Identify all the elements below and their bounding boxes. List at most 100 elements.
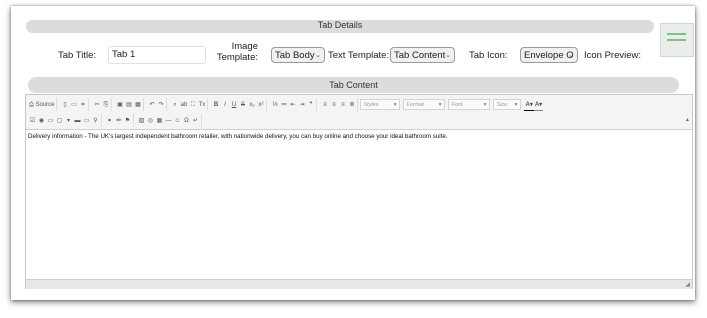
toolbar-row-2: ☑ ◉ ▭ ▢ ▾ ▬ ▭ ⚲ ⚭ ⚮ ⚑ ▨ ◎ ▦ ― ☺ Ω ↵ bbox=[27, 113, 204, 128]
flash-icon[interactable]: ◎ bbox=[146, 115, 155, 127]
icon-preview-label: Icon Preview: bbox=[584, 50, 642, 61]
chevron-down-icon: ▾ bbox=[514, 102, 518, 108]
styles-dropdown[interactable]: Styles ▾ bbox=[360, 99, 401, 110]
rich-text-editor: ⎙ Source ▯ ▭ ⌗ ✂ ⎘ ▣ ▤ ▦ ↶ ↷ ⌕ ab ⛶ Tx B I U Sx₂ x² ⅓ ≔ ⇤ ⇥ ❞ ≡ ≡… bbox=[25, 94, 693, 289]
new-page-icon[interactable]: ▯ bbox=[60, 99, 69, 111]
text-color-button[interactable]: A▾ bbox=[524, 99, 534, 111]
font-dropdown-label: Font bbox=[451, 102, 463, 108]
justify-icon[interactable]: ≣ bbox=[347, 99, 356, 111]
tab-editor-panel: Tab Details Tab Title: Tab 1 Image Templ… bbox=[11, 6, 695, 300]
format-dropdown[interactable]: Format ▾ bbox=[403, 99, 446, 110]
toolbar-group: ↶ ↷ bbox=[146, 98, 168, 111]
redo-icon[interactable]: ↷ bbox=[156, 99, 165, 111]
paste-icon[interactable]: ▣ bbox=[115, 99, 124, 111]
tab-icon-select[interactable]: Envelope O ⌄ bbox=[520, 47, 578, 63]
link-icon[interactable]: ⚭ bbox=[105, 115, 114, 127]
hidden-field-icon[interactable]: ⚲ bbox=[91, 115, 100, 127]
chevron-down-icon: ⌄ bbox=[568, 52, 574, 59]
toolbar-group: ✂ ⎘ bbox=[91, 98, 113, 111]
image-template-select[interactable]: Tab Body ⌄ bbox=[271, 47, 325, 63]
superscript-icon[interactable]: x² bbox=[256, 99, 265, 111]
image-template-label: Image Template: bbox=[216, 41, 258, 63]
size-dropdown-label: Size bbox=[496, 102, 508, 108]
paste-text-icon[interactable]: ▤ bbox=[124, 99, 133, 111]
chevron-down-icon: ▾ bbox=[483, 102, 487, 108]
tab-content-header: Tab Content bbox=[28, 77, 679, 93]
strike-icon[interactable]: S bbox=[238, 99, 247, 111]
underline-icon[interactable]: U bbox=[229, 99, 238, 111]
text-field-icon[interactable]: ▭ bbox=[46, 115, 55, 127]
text-template-select[interactable]: Tab Content ⌄ bbox=[390, 47, 455, 63]
align-right-icon[interactable]: ≡ bbox=[338, 99, 347, 111]
table-icon[interactable]: ▦ bbox=[155, 115, 164, 127]
editor-content[interactable]: Delivery information - The UK's largest … bbox=[26, 129, 692, 279]
image-button-icon[interactable]: ▭ bbox=[82, 115, 91, 127]
resize-grip-icon[interactable]: ◢ bbox=[685, 281, 690, 288]
unlink-icon[interactable]: ⚮ bbox=[114, 115, 123, 127]
source-button[interactable]: ⎙ Source bbox=[28, 99, 55, 111]
toolbar-group: B I U Sx₂ x² bbox=[210, 98, 268, 111]
chevron-down-icon: ⌄ bbox=[445, 52, 451, 59]
tab-icon-value: Envelope O bbox=[524, 50, 574, 61]
italic-icon[interactable]: I bbox=[220, 99, 229, 111]
select-all-icon[interactable]: ⛶ bbox=[188, 99, 197, 111]
tab-title-label: Tab Title: bbox=[58, 50, 97, 61]
subscript-icon[interactable]: x₂ bbox=[247, 99, 256, 111]
toolbar-group: ▣ ▤ ▦ bbox=[114, 98, 145, 111]
toolbar-group: ⚭ ⚮ ⚑ bbox=[104, 114, 134, 127]
text-template-label: Text Template: bbox=[328, 50, 390, 61]
toolbar-group: ⌕ ab ⛶ Tx bbox=[169, 98, 209, 111]
special-char-icon[interactable]: Ω bbox=[182, 115, 191, 127]
chevron-down-icon: ▾ bbox=[393, 102, 397, 108]
page-break-icon[interactable]: ↵ bbox=[191, 115, 200, 127]
image-icon[interactable]: ▨ bbox=[137, 115, 146, 127]
undo-icon[interactable]: ↶ bbox=[147, 99, 156, 111]
button-icon[interactable]: ▬ bbox=[73, 115, 82, 127]
align-center-icon[interactable]: ≡ bbox=[329, 99, 338, 111]
select-icon[interactable]: ▾ bbox=[64, 115, 73, 127]
remove-format-icon[interactable]: Tx bbox=[197, 99, 206, 111]
replace-icon[interactable]: ab bbox=[179, 99, 188, 111]
collapse-toolbar-icon[interactable]: ▲ bbox=[685, 117, 690, 123]
anchor-icon[interactable]: ⚑ bbox=[123, 115, 132, 127]
blockquote-icon[interactable]: ❞ bbox=[306, 99, 315, 111]
horizontal-line-icon[interactable]: ― bbox=[164, 115, 173, 127]
align-left-icon[interactable]: ≡ bbox=[320, 99, 329, 111]
drag-handle-icon[interactable] bbox=[660, 23, 694, 57]
paste-word-icon[interactable]: ▦ bbox=[133, 99, 142, 111]
textarea-icon[interactable]: ▢ bbox=[55, 115, 64, 127]
size-dropdown[interactable]: Size ▾ bbox=[493, 99, 522, 110]
tab-title-input[interactable]: Tab 1 bbox=[108, 46, 206, 64]
text-template-value: Tab Content bbox=[394, 50, 446, 61]
font-dropdown[interactable]: Font ▾ bbox=[448, 99, 491, 110]
checkbox-icon[interactable]: ☑ bbox=[28, 115, 37, 127]
editor-toolbar: ⎙ Source ▯ ▭ ⌗ ✂ ⎘ ▣ ▤ ▦ ↶ ↷ ⌕ ab ⛶ Tx B I U Sx₂ x² ⅓ ≔ ⇤ ⇥ ❞ ≡ ≡… bbox=[26, 95, 692, 130]
source-label: Source bbox=[35, 101, 55, 108]
editor-statusbar: ◢ bbox=[26, 279, 692, 289]
toolbar-group: ⅓ ≔ ⇤ ⇥ ❞ bbox=[269, 98, 318, 111]
cut-icon[interactable]: ✂ bbox=[92, 99, 101, 111]
smiley-icon[interactable]: ☺ bbox=[173, 115, 182, 127]
numbered-list-icon[interactable]: ⅓ bbox=[270, 99, 279, 111]
bold-icon[interactable]: B bbox=[211, 99, 220, 111]
tab-details-header: Tab Details bbox=[26, 20, 654, 33]
chevron-down-icon: ⌄ bbox=[315, 52, 321, 59]
find-icon[interactable]: ⌕ bbox=[170, 99, 179, 111]
bulleted-list-icon[interactable]: ≔ bbox=[279, 99, 288, 111]
styles-dropdown-label: Styles bbox=[363, 102, 379, 108]
outdent-icon[interactable]: ⇤ bbox=[288, 99, 297, 111]
toolbar-group: ☑ ◉ ▭ ▢ ▾ ▬ ▭ ⚲ bbox=[27, 114, 102, 127]
image-template-value: Tab Body bbox=[275, 50, 315, 61]
templates-icon[interactable]: ⌗ bbox=[78, 99, 87, 111]
bg-color-button[interactable]: A▾ bbox=[533, 99, 544, 111]
toolbar-row-1: ⎙ Source ▯ ▭ ⌗ ✂ ⎘ ▣ ▤ ▦ ↶ ↷ ⌕ ab ⛶ Tx B I U Sx₂ x² ⅓ ≔ ⇤ ⇥ ❞ ≡ ≡… bbox=[27, 97, 544, 112]
toolbar-group-source: ⎙ Source bbox=[27, 98, 58, 111]
format-dropdown-label: Format bbox=[406, 102, 424, 108]
toolbar-group: ▯ ▭ ⌗ bbox=[59, 98, 90, 111]
radio-icon[interactable]: ◉ bbox=[37, 115, 46, 127]
chevron-down-icon: ▾ bbox=[438, 102, 442, 108]
copy-icon[interactable]: ⎘ bbox=[101, 99, 110, 111]
toolbar-group: ▨ ◎ ▦ ― ☺ Ω ↵ bbox=[136, 114, 202, 127]
preview-icon[interactable]: ▭ bbox=[69, 99, 78, 111]
indent-icon[interactable]: ⇥ bbox=[297, 99, 306, 111]
